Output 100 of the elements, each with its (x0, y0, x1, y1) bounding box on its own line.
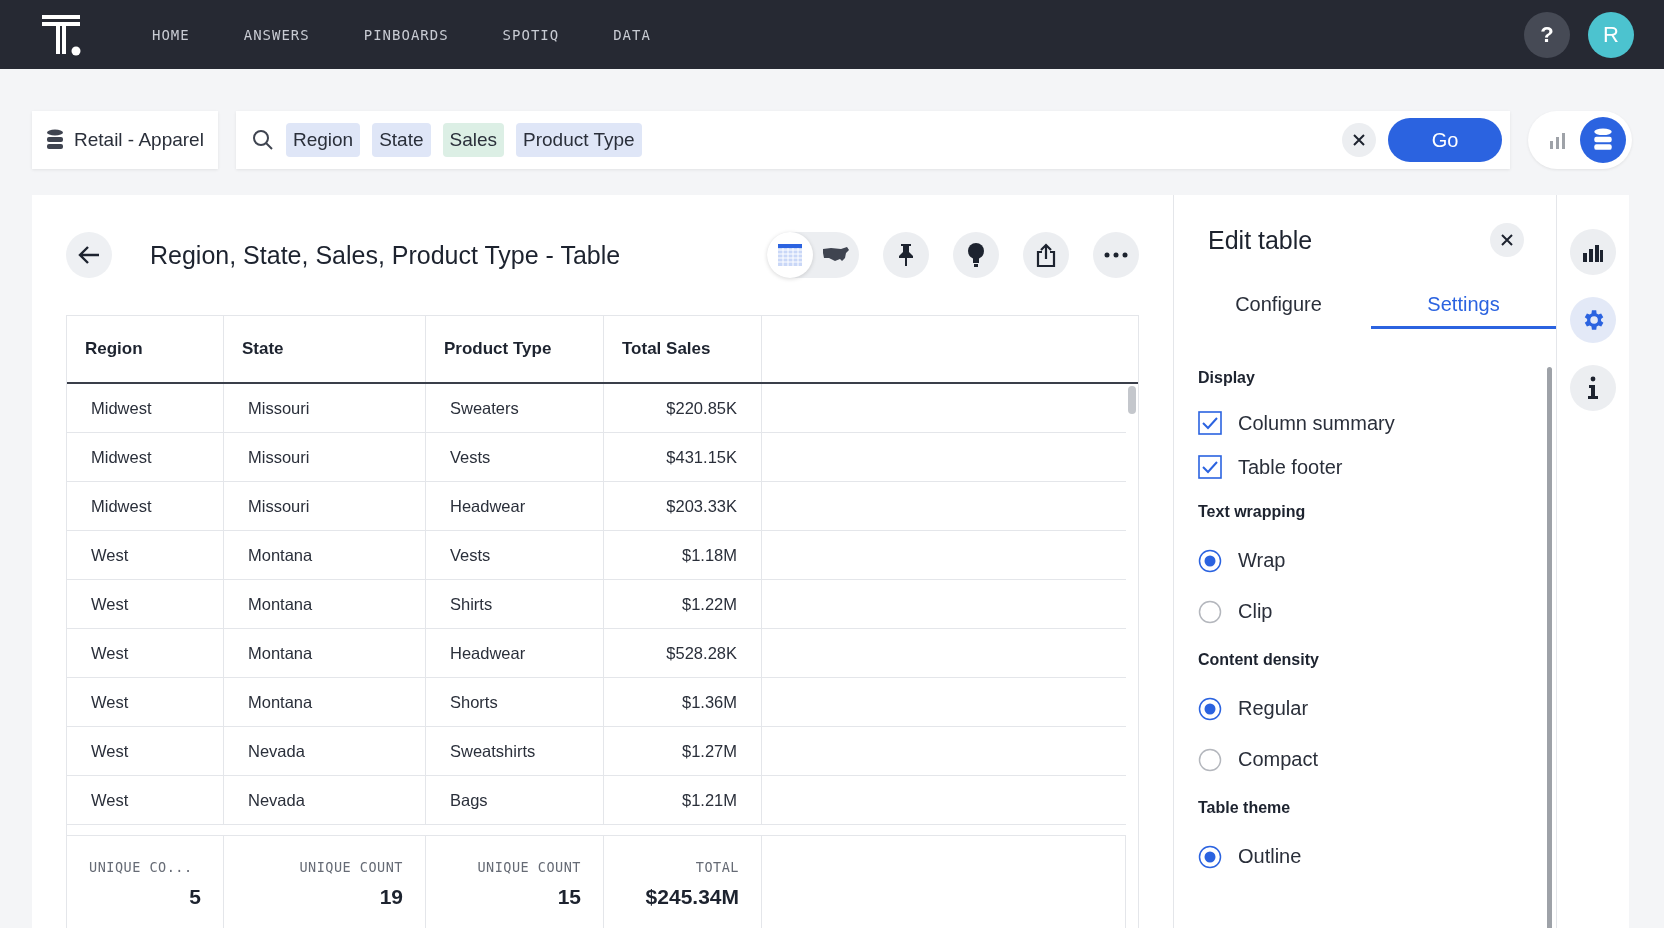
lightbulb-button[interactable] (953, 232, 999, 278)
column-header[interactable]: Region (67, 316, 224, 382)
table-cell: $1.36M (604, 678, 762, 727)
share-button[interactable] (1023, 232, 1069, 278)
table-cell: Sweaters (426, 384, 604, 433)
data-source-button[interactable]: Retail - Apparel (32, 111, 218, 169)
table-cell: $220.85K (604, 384, 762, 433)
table-cell: Nevada (224, 776, 426, 825)
share-icon (1036, 243, 1056, 267)
section-title: Display (1198, 369, 1256, 387)
radio-label: Regular (1238, 697, 1309, 720)
summary-label: UNIQUE CO... (89, 859, 193, 875)
summary-label: UNIQUE COUNT (477, 859, 581, 875)
table-cell: $1.18M (604, 531, 762, 580)
nav-link[interactable]: SPOTIQ (500, 22, 562, 47)
checkbox-label: Column summary (1238, 411, 1395, 435)
table-cell: West (67, 580, 224, 629)
side-rail-button[interactable] (1570, 229, 1616, 275)
nav-link[interactable]: DATA (611, 22, 653, 47)
table-cell: Vests (426, 531, 604, 580)
side-rail-button[interactable] (1570, 365, 1616, 411)
info-icon (1587, 376, 1599, 400)
table-cell: Montana (224, 580, 426, 629)
more-button[interactable] (1093, 232, 1139, 278)
table-cell: Headwear (426, 629, 604, 678)
lightbulb-icon (967, 242, 985, 268)
table-cell: $1.27M (604, 727, 762, 776)
checkbox-label: Table footer (1238, 455, 1343, 479)
column-header[interactable]: State (224, 316, 426, 382)
search-icon (251, 129, 274, 151)
search-bar[interactable]: Region State Sales Product Type Go (235, 111, 1510, 169)
table-cell: Midwest (67, 384, 224, 433)
column-header[interactable]: Total Sales (604, 316, 762, 382)
map-icon (822, 246, 850, 264)
search-token[interactable]: State (372, 123, 431, 157)
scrollbar[interactable] (1547, 367, 1552, 928)
database-icon (46, 129, 64, 151)
bar-chart-icon[interactable] (1548, 130, 1568, 150)
table-cell: West (67, 678, 224, 727)
pin-button[interactable] (883, 232, 929, 278)
table-cell: $1.22M (604, 580, 762, 629)
table-cell: West (67, 776, 224, 825)
section-title: Text wrapping (1198, 503, 1307, 521)
summary-value: 19 (379, 885, 403, 909)
checkbox[interactable] (1198, 411, 1222, 435)
radio-label: Wrap (1238, 549, 1286, 572)
table-cell: $203.33K (604, 482, 762, 531)
back-button[interactable] (66, 232, 112, 278)
summary-label: TOTAL (695, 859, 739, 875)
panel-tab[interactable]: Configure (1186, 283, 1371, 329)
table-cell: Shirts (426, 580, 604, 629)
table-cell: Missouri (224, 482, 426, 531)
search-token[interactable]: Region (285, 123, 361, 157)
radio-label: Outline (1238, 845, 1302, 868)
table-cell: Montana (224, 531, 426, 580)
radio-label: Clip (1238, 600, 1273, 623)
close-icon (1501, 234, 1513, 246)
radio-button[interactable] (1198, 696, 1222, 721)
more-icon (1104, 252, 1128, 258)
section-title: Table theme (1198, 799, 1292, 817)
radio-button[interactable] (1198, 844, 1222, 869)
back-arrow-icon (78, 246, 100, 264)
database-icon (1593, 128, 1613, 152)
search-token[interactable]: Product Type (516, 123, 642, 157)
table-cell: Montana (224, 678, 426, 727)
column-header[interactable]: Product Type (426, 316, 604, 382)
go-button[interactable]: Go (1388, 118, 1502, 162)
help-button[interactable]: ? (1524, 11, 1570, 58)
summary-value: $245.34M (645, 885, 739, 909)
nav-link[interactable]: HOME (150, 22, 192, 47)
summary-value: 15 (557, 885, 581, 909)
table-cell: West (67, 629, 224, 678)
table-cell: Midwest (67, 482, 224, 531)
search-token[interactable]: Sales (442, 123, 505, 157)
section-title: Content density (1198, 651, 1320, 669)
close-button[interactable] (1490, 223, 1524, 257)
table-cell: $528.28K (604, 629, 762, 678)
table-cell: Midwest (67, 433, 224, 482)
nav-link[interactable]: PINBOARDS (361, 22, 451, 47)
clear-button[interactable] (1342, 123, 1376, 157)
table-cell: Missouri (224, 433, 426, 482)
table-cell: West (67, 531, 224, 580)
radio-button[interactable] (1198, 548, 1222, 573)
table-cell: $431.15K (604, 433, 762, 482)
radio-button[interactable] (1198, 599, 1222, 624)
summary-label: UNIQUE COUNT (299, 859, 403, 875)
bar-chart-icon (1582, 242, 1604, 262)
table-icon (777, 243, 803, 267)
summary-value: 5 (189, 885, 201, 909)
table-cell: Missouri (224, 384, 426, 433)
table-cell: Vests (426, 433, 604, 482)
checkbox[interactable] (1198, 455, 1222, 479)
table-cell: West (67, 727, 224, 776)
table-cell: Headwear (426, 482, 604, 531)
radio-button[interactable] (1198, 747, 1222, 772)
nav-link[interactable]: ANSWERS (241, 22, 312, 47)
view-toggle-button[interactable] (767, 232, 813, 278)
scrollbar-thumb[interactable] (1128, 386, 1136, 414)
table-cell: Montana (224, 629, 426, 678)
database-button[interactable] (1580, 117, 1626, 163)
